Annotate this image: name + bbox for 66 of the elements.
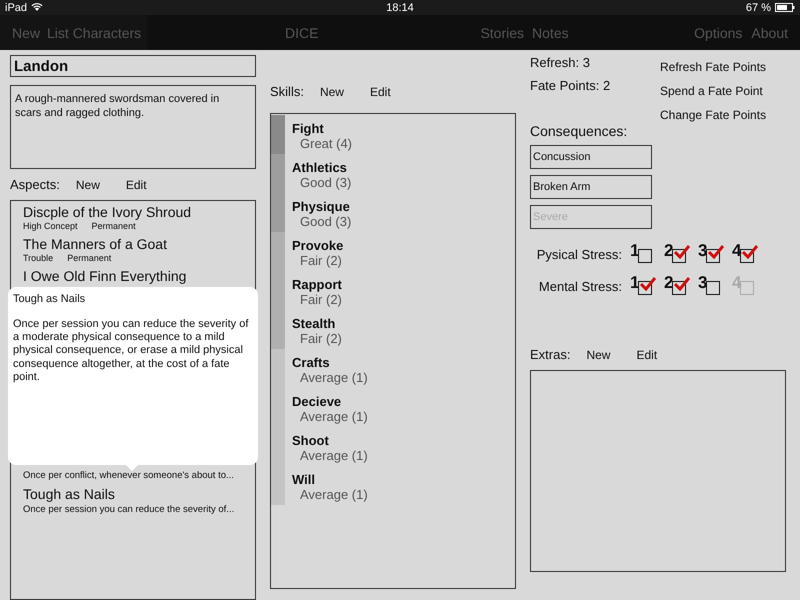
aspects-label: Aspects: [10, 177, 60, 192]
aspect-description: Once per session you can reduce the severity of... [23, 504, 236, 515]
stress-checkbox[interactable]: 3 [698, 275, 724, 297]
stress-checkbox[interactable]: 2 [664, 243, 690, 265]
refresh-value: Refresh: 3 [530, 55, 591, 70]
fate-action-link[interactable]: Refresh Fate Points [660, 60, 766, 74]
aspect-name[interactable]: The Manners of a Goat [23, 236, 255, 252]
stress-label: Pysical Stress: [536, 246, 622, 262]
skill-rating: Fair (2) [299, 253, 343, 268]
stress-checkbox[interactable]: 2 [664, 275, 690, 297]
skill-name[interactable]: Fight [292, 121, 352, 136]
consequences-label: Consequences: [530, 123, 628, 139]
fate-action-link[interactable]: Change Fate Points [660, 108, 766, 122]
skill-name[interactable]: Crafts [292, 355, 368, 370]
skill-rating: Fair (2) [299, 331, 342, 346]
skill-name[interactable]: Rapport [292, 277, 342, 292]
skill-name[interactable]: Physique [292, 199, 352, 214]
skill-name[interactable]: Shoot [292, 433, 368, 448]
clock: 18:14 [386, 2, 414, 14]
skill-name[interactable]: Will [292, 472, 368, 487]
aspect-description: Once per conflict, whenever someone's about to... [23, 470, 235, 481]
name-field[interactable]: Landon [10, 55, 256, 77]
skill-rating: Average (1) [299, 487, 368, 502]
stress-label: Mental Stress: [538, 278, 622, 294]
fate-action-link[interactable]: Spend a Fate Point [660, 84, 766, 98]
skill-action-link[interactable]: New [320, 84, 344, 98]
aspect-action-link[interactable]: Edit [126, 178, 147, 192]
battery-icon [775, 3, 795, 12]
skill-rating: Average (1) [299, 448, 368, 463]
popover-text: Once per session you can reduce the severity of a moderate physical consequence to a mild physical consequence, or erase a mild physical consequence altogether, at the cost of a fate point. [13, 318, 250, 384]
aspect-tag: Trouble [23, 253, 54, 263]
skill-name[interactable]: Provoke [292, 238, 344, 253]
skill-rating: Good (3) [299, 214, 352, 229]
skill-rating: Average (1) [299, 409, 368, 424]
aspect-tag: Permanent [67, 253, 112, 263]
fate-points-value: Fate Points: 2 [530, 78, 612, 93]
aspect-name[interactable]: I Owe Old Finn Everything [23, 268, 255, 284]
skill-rating: Fair (2) [299, 292, 342, 307]
stress-checkbox[interactable]: 1 [630, 243, 656, 265]
device-name: iPad [5, 2, 28, 14]
wifi-icon [31, 3, 44, 12]
aspect-tag: High Concept [23, 221, 78, 231]
extras-action-link[interactable]: New [586, 348, 610, 362]
stress-checkbox[interactable]: 4 [732, 243, 758, 265]
stress-checkbox[interactable]: 3 [698, 243, 724, 265]
skill-rating: Average (1) [299, 370, 368, 385]
extras-field[interactable] [530, 370, 786, 572]
skill-rating: Great (4) [299, 136, 352, 151]
aspect-name[interactable]: Discple of the Ivory Shroud [23, 204, 255, 220]
skill-name[interactable]: Decieve [292, 394, 368, 409]
extras-action-link[interactable]: Edit [636, 348, 658, 362]
skill-name[interactable]: Stealth [292, 316, 342, 331]
aspect-tag: Permanent [92, 221, 136, 231]
popover-title: Tough as Nails [13, 293, 86, 305]
aspect-name[interactable]: Tough as Nails [23, 486, 255, 502]
battery-percent: 67 % [746, 2, 771, 14]
stress-checkbox[interactable]: 1 [630, 275, 656, 297]
skills-label: Skills: [270, 84, 304, 99]
skill-rating: Good (3) [299, 175, 352, 190]
consequence-field[interactable]: Broken Arm [530, 175, 652, 199]
consequence-field[interactable]: Concussion [530, 145, 652, 169]
description-field[interactable]: A rough-mannered swordsman covered in scars and ragged clothing. [10, 85, 256, 169]
aspect-action-link[interactable]: New [76, 178, 100, 192]
skill-action-link[interactable]: Edit [370, 84, 391, 98]
extras-label: Extras: [530, 347, 570, 362]
skill-name[interactable]: Athletics [292, 160, 352, 175]
